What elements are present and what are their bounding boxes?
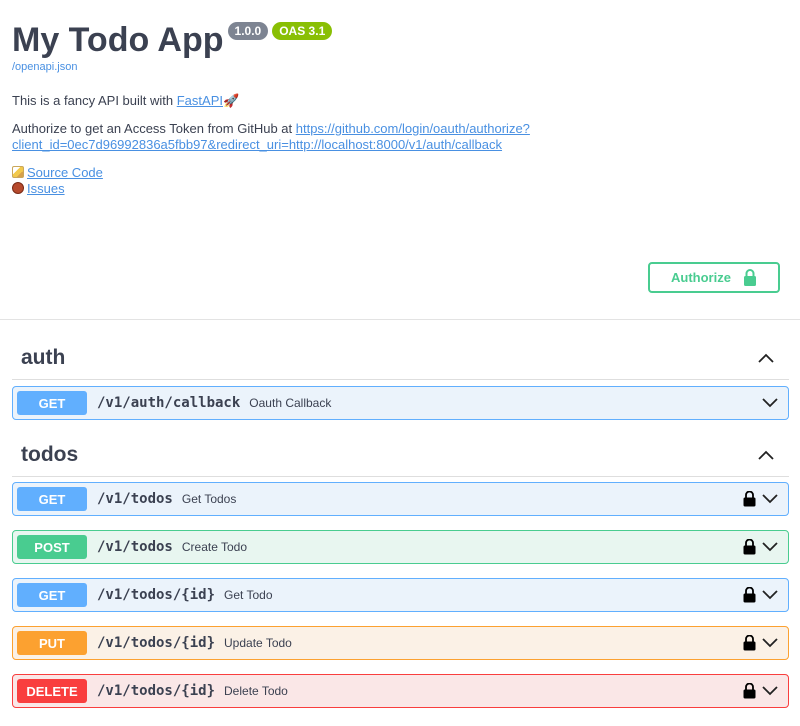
- chevron-down-icon[interactable]: [762, 638, 778, 648]
- api-description: This is a fancy API built with FastAPI🚀 …: [12, 93, 788, 197]
- operation-get-todo-by-id[interactable]: GET /v1/todos/{id} Get Todo: [12, 578, 789, 612]
- tag-name: todos: [21, 442, 79, 466]
- operation-summary: Update Todo: [224, 636, 292, 650]
- issues-row: Issues: [12, 181, 788, 197]
- page-title: My Todo App: [12, 21, 224, 59]
- chevron-down-icon[interactable]: [762, 542, 778, 552]
- method-badge: GET: [17, 487, 87, 511]
- lock-icon: [743, 269, 756, 286]
- operation-summary: Create Todo: [181, 540, 248, 554]
- method-badge: POST: [17, 535, 87, 559]
- method-badge: GET: [17, 391, 87, 415]
- operation-get-auth-callback[interactable]: GET /v1/auth/callback Oauth Callback: [12, 386, 789, 420]
- chevron-down-icon[interactable]: [762, 494, 778, 504]
- memo-icon: [12, 166, 24, 178]
- operation-path: /v1/todos: [97, 491, 173, 507]
- authorize-button[interactable]: Authorize: [648, 262, 780, 293]
- operation-path: /v1/todos/{id}: [97, 587, 216, 603]
- operation-summary: Get Todo: [224, 588, 273, 602]
- fastapi-link[interactable]: FastAPI: [177, 93, 223, 108]
- source-code-row: Source Code: [12, 165, 788, 181]
- lock-icon[interactable]: [743, 587, 756, 603]
- operation-summary: Get Todos: [181, 492, 237, 506]
- chevron-down-icon[interactable]: [762, 398, 778, 408]
- intro-paragraph: This is a fancy API built with FastAPI🚀: [12, 93, 788, 109]
- operation-delete-todo[interactable]: DELETE /v1/todos/{id} Delete Todo: [12, 674, 789, 708]
- operation-path: /v1/todos/{id}: [97, 683, 216, 699]
- operation-summary: Oauth Callback: [249, 396, 332, 410]
- chevron-up-icon[interactable]: [751, 440, 781, 470]
- external-links: Source Code Issues: [12, 165, 788, 197]
- source-code-link[interactable]: Source Code: [27, 165, 103, 180]
- api-info: My Todo App 1.0.0 OAS 3.1 /openapi.json …: [0, 0, 800, 320]
- tag-name: auth: [21, 345, 66, 369]
- authorize-label: Authorize: [671, 270, 731, 285]
- lock-icon[interactable]: [743, 683, 756, 699]
- operation-get-todos[interactable]: GET /v1/todos Get Todos: [12, 482, 789, 516]
- method-badge: PUT: [17, 631, 87, 655]
- lock-icon[interactable]: [743, 539, 756, 555]
- chevron-down-icon[interactable]: [762, 590, 778, 600]
- chevron-down-icon[interactable]: [762, 686, 778, 696]
- auth-text: Authorize to get an Access Token from Gi…: [12, 121, 296, 136]
- operation-path: /v1/todos: [97, 539, 173, 555]
- version-badge: 1.0.0: [227, 22, 269, 40]
- intro-text: This is a fancy API built with: [12, 93, 177, 108]
- operation-path: /v1/todos/{id}: [97, 635, 216, 651]
- operation-path: /v1/auth/callback: [97, 395, 241, 411]
- openapi-json-link[interactable]: /openapi.json: [12, 61, 788, 73]
- bug-icon: [12, 182, 24, 194]
- operation-summary: Delete Todo: [224, 684, 288, 698]
- auth-paragraph: Authorize to get an Access Token from Gi…: [12, 121, 788, 153]
- chevron-up-icon[interactable]: [751, 343, 781, 373]
- issues-link[interactable]: Issues: [27, 181, 65, 196]
- rocket-icon: 🚀: [222, 93, 240, 108]
- oas-badge: OAS 3.1: [272, 22, 333, 40]
- lock-icon[interactable]: [743, 491, 756, 507]
- operation-put-todo[interactable]: PUT /v1/todos/{id} Update Todo: [12, 626, 789, 660]
- tag-header-auth[interactable]: auth: [12, 336, 789, 380]
- operation-post-todos[interactable]: POST /v1/todos Create Todo: [12, 530, 789, 564]
- method-badge: GET: [17, 583, 87, 607]
- lock-icon[interactable]: [743, 635, 756, 651]
- title-row: My Todo App 1.0.0 OAS 3.1: [12, 20, 788, 60]
- tag-header-todos[interactable]: todos: [12, 433, 789, 477]
- method-badge: DELETE: [17, 679, 87, 703]
